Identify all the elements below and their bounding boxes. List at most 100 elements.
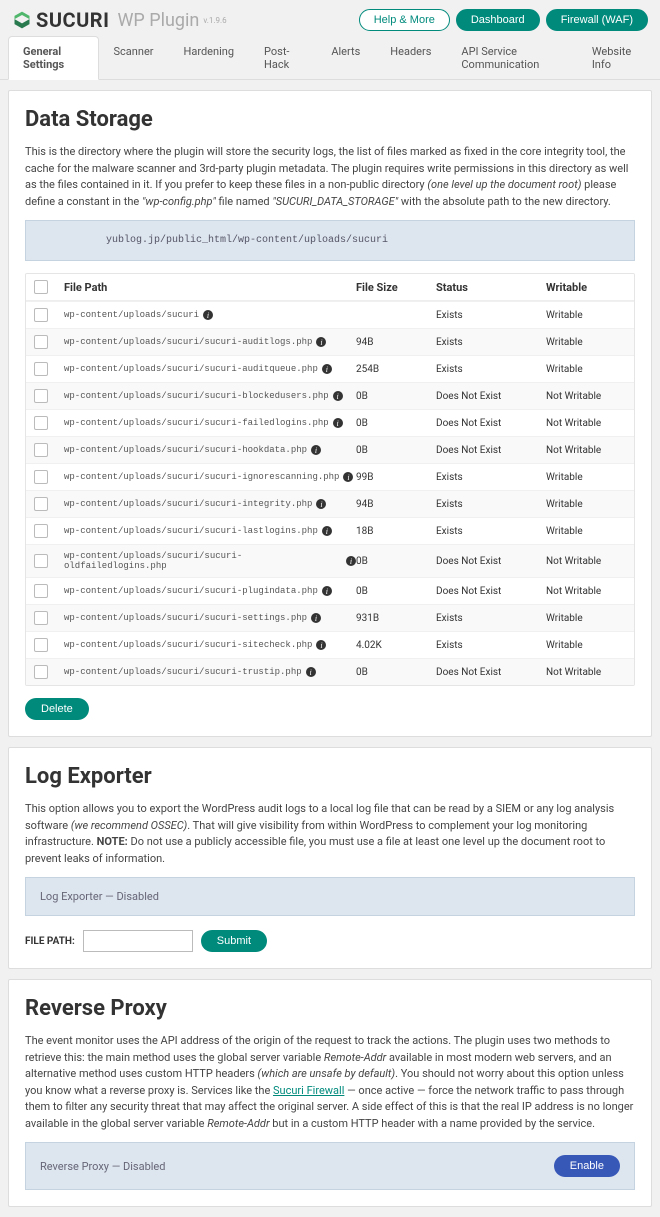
file-path-input[interactable] <box>83 930 193 952</box>
brand-plugin: WP Plugin <box>117 10 199 31</box>
info-icon[interactable]: i <box>311 445 321 455</box>
status-cell: Exists <box>436 472 546 483</box>
info-icon[interactable]: i <box>322 526 332 536</box>
log-exporter-desc: This option allows you to export the Wor… <box>25 801 635 867</box>
log-exporter-title: Log Exporter <box>25 764 635 789</box>
status-cell: Does Not Exist <box>436 586 546 597</box>
col-status: Status <box>436 281 546 294</box>
reverse-proxy-desc: The event monitor uses the API address o… <box>25 1033 635 1132</box>
help-button[interactable]: Help & More <box>359 9 450 31</box>
file-path-cell: wp-content/uploads/sucuri/sucuri-setting… <box>64 613 356 623</box>
file-path-cell: wp-content/uploads/sucuri/sucuri-blocked… <box>64 391 356 401</box>
table-row: wp-content/uploads/sucuri/sucuri-auditlo… <box>26 328 634 355</box>
row-checkbox[interactable] <box>34 335 48 349</box>
brand-logo: SUCURI WP Plugin v.1.9.6 <box>12 8 227 32</box>
table-row: wp-content/uploads/sucuri/sucuri-integri… <box>26 490 634 517</box>
status-cell: Exists <box>436 640 546 651</box>
dashboard-button[interactable]: Dashboard <box>456 9 540 31</box>
file-size-cell: 4.02K <box>356 640 436 651</box>
table-row: wp-content/uploads/sucuri/sucuri-ignores… <box>26 463 634 490</box>
info-icon[interactable]: i <box>306 667 316 677</box>
file-size-cell: 94B <box>356 499 436 510</box>
tab-website-info[interactable]: Website Info <box>577 36 652 79</box>
file-path-cell: wp-content/uploads/sucuri/sucuri-ignores… <box>64 472 356 482</box>
info-icon[interactable]: i <box>316 640 326 650</box>
status-cell: Exists <box>436 499 546 510</box>
table-row: wp-content/uploads/sucuri/sucuri-auditqu… <box>26 355 634 382</box>
file-path-cell: wp-content/uploads/sucuri/sucuri-siteche… <box>64 640 356 650</box>
info-icon[interactable]: i <box>333 391 343 401</box>
select-all-checkbox[interactable] <box>34 280 48 294</box>
table-row: wp-content/uploads/sucuri/sucuri-plugind… <box>26 577 634 604</box>
table-row: wp-content/uploads/sucuri/sucuri-lastlog… <box>26 517 634 544</box>
row-checkbox[interactable] <box>34 362 48 376</box>
row-checkbox[interactable] <box>34 416 48 430</box>
row-checkbox[interactable] <box>34 308 48 322</box>
row-checkbox[interactable] <box>34 389 48 403</box>
status-cell: Exists <box>436 613 546 624</box>
tab-post-hack[interactable]: Post-Hack <box>249 36 316 79</box>
data-storage-desc: This is the directory where the plugin w… <box>25 144 635 210</box>
row-checkbox[interactable] <box>34 584 48 598</box>
tab-scanner[interactable]: Scanner <box>99 36 169 79</box>
file-path-cell: wp-content/uploads/sucuri/sucuri-failedl… <box>64 418 356 428</box>
file-path-cell: wp-content/uploads/sucuri/sucuri-plugind… <box>64 586 356 596</box>
file-path-cell: wp-content/uploads/sucuri/sucuri-auditqu… <box>64 364 356 374</box>
brand-text: SUCURI <box>36 8 109 32</box>
tab-headers[interactable]: Headers <box>375 36 446 79</box>
info-icon[interactable]: i <box>203 310 213 320</box>
reverse-proxy-panel: Reverse Proxy The event monitor uses the… <box>8 979 652 1207</box>
table-row: wp-content/uploads/sucuri/sucuri-failedl… <box>26 409 634 436</box>
tab-general-settings[interactable]: General Settings <box>8 36 99 80</box>
delete-button[interactable]: Delete <box>25 698 89 720</box>
col-file: File Path <box>64 281 356 294</box>
file-size-cell: 94B <box>356 337 436 348</box>
row-checkbox[interactable] <box>34 665 48 679</box>
reverse-proxy-status: Reverse Proxy — Disabled Enable <box>25 1142 635 1190</box>
info-icon[interactable]: i <box>343 472 353 482</box>
row-checkbox[interactable] <box>34 470 48 484</box>
status-cell: Does Not Exist <box>436 667 546 678</box>
reverse-proxy-title: Reverse Proxy <box>25 996 635 1021</box>
row-checkbox[interactable] <box>34 524 48 538</box>
writable-cell: Writable <box>546 472 626 483</box>
info-icon[interactable]: i <box>316 337 326 347</box>
writable-cell: Writable <box>546 526 626 537</box>
info-icon[interactable]: i <box>346 556 356 566</box>
sucuri-firewall-link[interactable]: Sucuri Firewall <box>273 1084 344 1097</box>
file-size-cell: 931B <box>356 613 436 624</box>
enable-button[interactable]: Enable <box>554 1155 620 1177</box>
storage-path-box: yublog.jp/public_html/wp-content/uploads… <box>25 220 635 261</box>
file-path-cell: wp-content/uploads/sucuri/sucuri-oldfail… <box>64 551 356 571</box>
tab-bar: General SettingsScannerHardeningPost-Hac… <box>0 36 660 80</box>
file-path-cell: wp-content/uploads/sucuri/sucuri-hookdat… <box>64 445 356 455</box>
firewall-button[interactable]: Firewall (WAF) <box>546 9 648 31</box>
file-size-cell: 18B <box>356 526 436 537</box>
file-path-cell: wp-content/uploads/sucuri/sucuri-lastlog… <box>64 526 356 536</box>
tab-alerts[interactable]: Alerts <box>316 36 375 79</box>
row-checkbox[interactable] <box>34 554 48 568</box>
row-checkbox[interactable] <box>34 638 48 652</box>
log-exporter-panel: Log Exporter This option allows you to e… <box>8 747 652 969</box>
info-icon[interactable]: i <box>322 364 332 374</box>
file-size-cell: 0B <box>356 391 436 402</box>
col-size: File Size <box>356 281 436 294</box>
info-icon[interactable]: i <box>311 613 321 623</box>
writable-cell: Writable <box>546 499 626 510</box>
file-size-cell: 0B <box>356 586 436 597</box>
info-icon[interactable]: i <box>333 418 343 428</box>
table-row: wp-content/uploads/sucuri/sucuri-oldfail… <box>26 544 634 577</box>
writable-cell: Not Writable <box>546 445 626 456</box>
status-cell: Exists <box>436 364 546 375</box>
tab-hardening[interactable]: Hardening <box>169 36 250 79</box>
row-checkbox[interactable] <box>34 611 48 625</box>
file-path-cell: wp-content/uploads/sucuri/sucuri-auditlo… <box>64 337 356 347</box>
tab-api-service-communication[interactable]: API Service Communication <box>446 36 576 79</box>
writable-cell: Writable <box>546 364 626 375</box>
file-path-label: FILE PATH: <box>25 936 75 947</box>
row-checkbox[interactable] <box>34 497 48 511</box>
submit-button[interactable]: Submit <box>201 930 267 952</box>
info-icon[interactable]: i <box>316 499 326 509</box>
row-checkbox[interactable] <box>34 443 48 457</box>
info-icon[interactable]: i <box>322 586 332 596</box>
